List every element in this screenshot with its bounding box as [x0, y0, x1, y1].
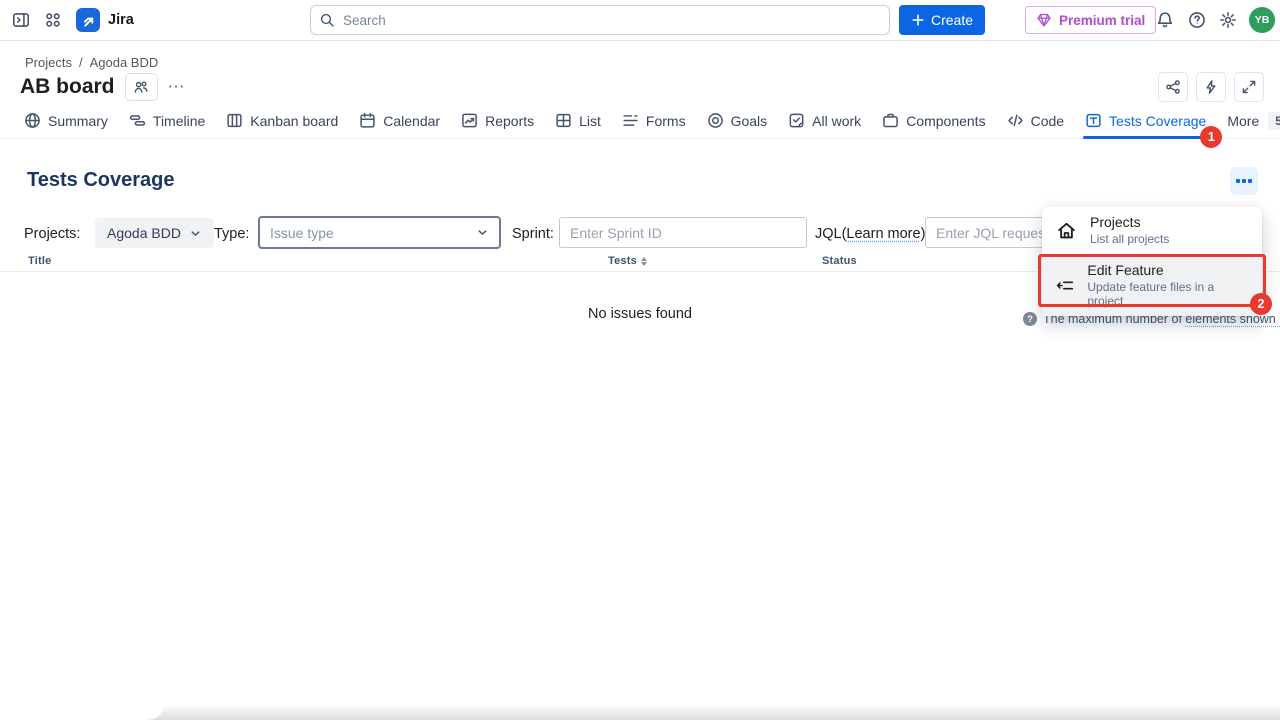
sprint-id-input[interactable]	[559, 217, 807, 248]
tab-components[interactable]: Components	[882, 103, 985, 139]
all-work-icon	[788, 112, 805, 129]
jql-learn-more-link[interactable]: Learn more	[846, 226, 920, 242]
home-icon	[1056, 220, 1077, 241]
chevron-down-icon	[189, 227, 202, 240]
issue-type-select[interactable]: Issue type	[258, 216, 501, 249]
search-icon	[319, 12, 335, 28]
tests-coverage-icon	[1085, 112, 1102, 129]
components-icon	[882, 112, 899, 129]
tab-kanban-board[interactable]: Kanban board	[226, 103, 338, 139]
page-title: Tests Coverage	[27, 169, 174, 192]
jql-filter-label: JQL(Learn more):	[815, 226, 929, 242]
fullscreen-button[interactable]	[1234, 72, 1264, 102]
board-members-button[interactable]	[125, 73, 158, 101]
premium-trial-button[interactable]: Premium trial	[1025, 6, 1156, 34]
forms-icon	[622, 112, 639, 129]
projects-filter-dropdown[interactable]: Agoda BDD	[95, 218, 214, 248]
section-more-menu-button[interactable]	[1230, 167, 1258, 195]
settings-button[interactable]	[1219, 11, 1237, 29]
sort-icon	[641, 257, 647, 266]
more-tabs-count-badge: 5	[1268, 112, 1280, 130]
gear-icon	[1219, 11, 1237, 29]
sidebar-toggle-button[interactable]	[12, 11, 30, 29]
jira-logo[interactable]	[76, 8, 100, 32]
menu-item-projects[interactable]: Projects List all projects	[1042, 206, 1262, 254]
timeline-icon	[129, 112, 146, 129]
window-bottom-shadow	[0, 704, 1280, 720]
tab-tests-coverage[interactable]: Tests Coverage 1	[1085, 103, 1206, 139]
edit-feature-icon	[1056, 276, 1074, 295]
tab-all-work[interactable]: All work	[788, 103, 861, 139]
calendar-icon	[359, 112, 376, 129]
board-title: AB board	[20, 75, 115, 99]
column-header-tests[interactable]: Tests	[608, 255, 647, 267]
annotation-step-1-badge: 1	[1200, 126, 1222, 148]
help-button[interactable]	[1188, 11, 1206, 29]
automation-button[interactable]	[1196, 72, 1226, 102]
tab-goals[interactable]: Goals	[707, 103, 768, 139]
chart-trend-icon	[461, 112, 478, 129]
plus-icon	[911, 13, 925, 27]
question-circle-icon	[1188, 11, 1206, 29]
breadcrumb-projects-link[interactable]: Projects	[25, 55, 72, 70]
tab-summary[interactable]: Summary	[24, 103, 108, 139]
type-filter-label: Type:	[214, 226, 249, 242]
target-icon	[707, 112, 724, 129]
projects-filter-label: Projects:	[24, 226, 80, 242]
share-icon	[1165, 79, 1181, 95]
breadcrumb: Projects / Agoda BDD	[25, 55, 158, 70]
tab-calendar[interactable]: Calendar	[359, 103, 440, 139]
breadcrumb-separator: /	[79, 55, 83, 70]
search-input[interactable]	[310, 5, 890, 35]
gem-icon	[1036, 12, 1052, 28]
info-help-icon[interactable]: ?	[1023, 312, 1037, 326]
menu-item-edit-feature[interactable]: Edit Feature Update feature files in a p…	[1042, 254, 1262, 316]
column-header-title: Title	[28, 255, 51, 267]
app-grid-icon	[44, 11, 62, 29]
people-icon	[133, 79, 149, 95]
tab-code[interactable]: Code	[1007, 103, 1064, 139]
lightning-icon	[1203, 79, 1219, 95]
tab-reports[interactable]: Reports	[461, 103, 534, 139]
app-name: Jira	[108, 12, 134, 28]
chevron-down-icon	[476, 226, 489, 239]
bell-icon	[1156, 11, 1174, 29]
tab-more[interactable]: More 5	[1227, 103, 1280, 139]
tab-list[interactable]: List	[555, 103, 601, 139]
create-button[interactable]: Create	[899, 5, 985, 35]
window-bottom-corner	[0, 702, 165, 720]
sprint-filter-label: Sprint:	[512, 226, 554, 242]
app-switcher-button[interactable]	[44, 11, 62, 29]
column-header-status: Status	[822, 255, 857, 267]
breadcrumb-project-link[interactable]: Agoda BDD	[90, 55, 159, 70]
jira-window: Jira Create Premium trial	[0, 0, 1280, 720]
globe-icon	[24, 112, 41, 129]
code-icon	[1007, 112, 1024, 129]
sidebar-collapse-icon	[12, 11, 30, 29]
tab-timeline[interactable]: Timeline	[129, 103, 205, 139]
tab-forms[interactable]: Forms	[622, 103, 686, 139]
global-search	[310, 5, 890, 35]
notifications-button[interactable]	[1156, 11, 1174, 29]
board-more-button[interactable]: ⋯	[168, 77, 186, 97]
board-tab-bar: Summary Timeline Kanban board Calendar R…	[0, 103, 1280, 139]
section-actions-menu: Projects List all projects Edit Feature …	[1042, 206, 1262, 316]
top-navigation-bar: Jira Create Premium trial	[0, 0, 1280, 41]
user-avatar[interactable]: YB	[1249, 7, 1275, 33]
expand-icon	[1241, 79, 1257, 95]
jira-mark-icon	[81, 13, 96, 28]
board-columns-icon	[226, 112, 243, 129]
share-button[interactable]	[1158, 72, 1188, 102]
table-icon	[555, 112, 572, 129]
